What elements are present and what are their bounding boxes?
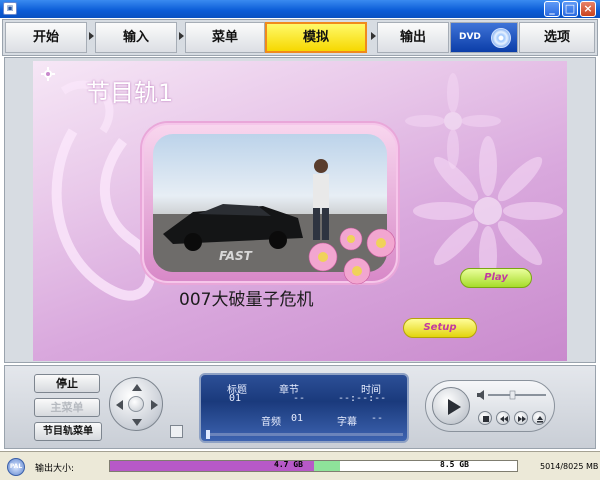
dvd9-capacity-mark: 8.5 GB (440, 460, 469, 469)
dvd5-capacity-mark: 4.7 GB (274, 460, 303, 469)
audio-value: 01 (291, 413, 304, 424)
rewind-icon (500, 416, 508, 422)
output-size-label: 输出大小: (35, 464, 75, 474)
tab-menu[interactable]: 菜单 (185, 22, 265, 53)
progress-slider[interactable] (207, 433, 403, 436)
play-icon (448, 399, 461, 415)
stop-button[interactable]: 停止 (34, 374, 100, 393)
minimize-button[interactable]: _ (544, 1, 560, 17)
setup-menu-button[interactable]: Setup (403, 318, 477, 338)
next-button[interactable] (514, 411, 528, 425)
title-menu-button[interactable]: 节目轨菜单 (34, 422, 102, 441)
fullscreen-icon[interactable] (170, 425, 183, 438)
title-bar: ▣ _ □ × (0, 0, 600, 18)
close-button[interactable]: × (580, 1, 596, 17)
movie-logo-text: FAST (219, 249, 253, 263)
play-button[interactable] (432, 387, 470, 425)
subtitle-label: 字幕 (337, 417, 357, 428)
maximize-button[interactable]: □ (562, 1, 578, 17)
video-standard-badge[interactable]: PAL (7, 458, 25, 476)
movie-title-caption: 007大破量子危机 (179, 290, 314, 310)
tab-start[interactable]: 开始 (5, 22, 87, 53)
playback-info-display: 标题 章节 时间 01 -- --:--:-- 音频 01 字幕 -- (199, 373, 409, 443)
tab-output[interactable]: 输出 (377, 22, 449, 53)
eject-button[interactable] (532, 411, 546, 425)
time-value: --:--:-- (338, 393, 387, 404)
size-counter: 5014/8025 MB (540, 462, 599, 471)
tab-arrow-icon (179, 32, 184, 40)
volume-slider[interactable] (476, 389, 550, 401)
chapter-value: -- (293, 393, 306, 404)
app-icon: ▣ (3, 2, 17, 15)
progress-slider-handle[interactable] (206, 430, 210, 439)
play-menu-button[interactable]: Play (460, 268, 532, 288)
tab-options[interactable]: 选项 (519, 22, 595, 53)
tab-input[interactable]: 输入 (95, 22, 177, 53)
navigation-dpad[interactable] (109, 377, 163, 431)
tab-arrow-icon (89, 32, 94, 40)
fast-forward-icon (518, 416, 526, 422)
track-title: 节目轨1 (86, 79, 174, 107)
previous-button[interactable] (496, 411, 510, 425)
stop-playback-button[interactable] (478, 411, 492, 425)
main-menu-button: 主菜单 (34, 398, 100, 417)
settings-gear-icon (41, 67, 55, 81)
remaining-space-fill (314, 461, 340, 471)
stop-icon (483, 416, 489, 422)
audio-label: 音频 (261, 417, 281, 428)
dvd-label: DVD (459, 32, 481, 42)
menu-preview: 节目轨1 FAST 007大破量子危机 Play Setup (33, 61, 567, 361)
step-navigation: 开始 输入 菜单 模拟 输出 DVD 选项 (2, 19, 598, 56)
eject-icon (537, 416, 543, 423)
dvd-disc-icon: DVD (450, 22, 518, 53)
disc-usage-bar: 4.7 GB 8.5 GB (109, 460, 518, 472)
player-controls (425, 380, 555, 432)
tab-arrow-icon (371, 32, 376, 40)
playback-control-panel: 停止 主菜单 节目轨菜单 标题 章节 时间 01 -- --:--:-- 音频 … (4, 365, 596, 449)
status-bar: PAL 输出大小: 4.7 GB 8.5 GB 5014/8025 MB (0, 451, 600, 480)
subtitle-value: -- (371, 413, 384, 424)
tab-simulate[interactable]: 模拟 (265, 22, 367, 53)
dpad-enter-button[interactable] (128, 396, 144, 412)
flower-decoration (308, 227, 396, 285)
disc-icon (491, 28, 511, 48)
title-value: 01 (229, 393, 242, 404)
